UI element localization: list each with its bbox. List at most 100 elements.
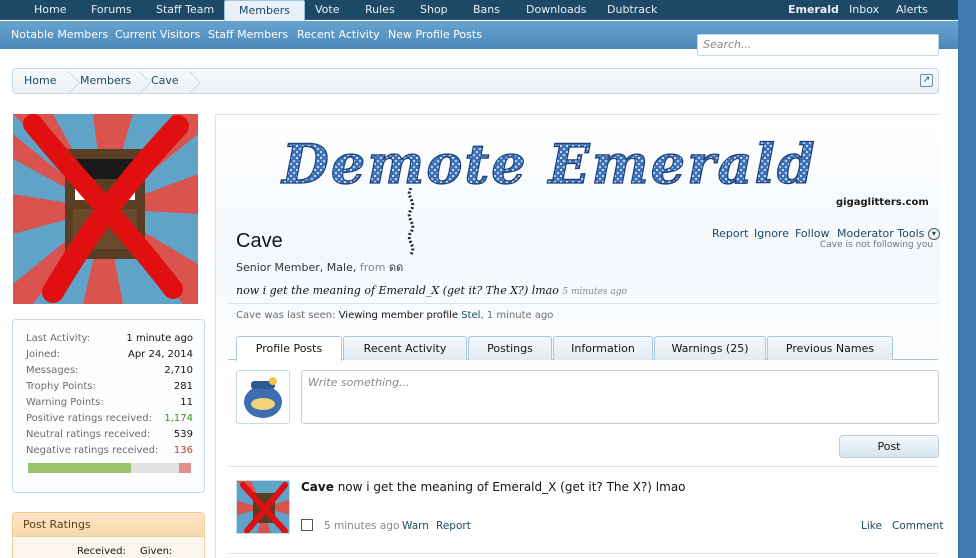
profile-post-textarea[interactable]: Write something... — [301, 370, 939, 424]
stat-row: Neutral ratings received: 539 — [26, 429, 193, 443]
breadcrumb-members[interactable]: Members — [80, 69, 131, 93]
stat-value-positive: 1,174 — [164, 413, 193, 424]
divider — [228, 303, 938, 304]
stat-value: 11 — [180, 397, 193, 408]
ratings-bar-positive — [28, 463, 131, 473]
stat-row: Joined: Apr 24, 2014 — [26, 349, 193, 363]
subnav-new-profile-posts[interactable]: New Profile Posts — [388, 28, 482, 41]
nav-bans[interactable]: Bans — [473, 0, 500, 20]
select-checkbox[interactable] — [301, 519, 313, 531]
stat-row: Warning Points: 11 — [26, 397, 193, 411]
message-text: now i get the meaning of Emerald_X (get … — [333, 480, 686, 494]
post-ratings-box: Post Ratings Received: Given: — [12, 512, 205, 558]
tab-profile-posts[interactable]: Profile Posts — [236, 336, 342, 361]
last-seen: Cave was last seen: Viewing member profi… — [236, 310, 553, 321]
nav-members[interactable]: Members — [224, 0, 305, 22]
divider — [228, 466, 938, 467]
status-time[interactable]: 5 minutes ago — [562, 287, 627, 297]
search-input[interactable]: Search... — [697, 34, 939, 56]
profile-status: now i get the meaning of Emerald_X (get … — [236, 284, 627, 297]
nav-inbox[interactable]: Inbox — [849, 0, 879, 20]
stat-row: Messages: 2,710 — [26, 365, 193, 379]
message-body: Cave now i get the meaning of Emerald_X … — [301, 480, 686, 494]
profile-tabs: Profile Posts Recent Activity Postings I… — [228, 336, 938, 361]
external-link-icon[interactable]: ↗ — [920, 74, 933, 87]
report-link[interactable]: Report — [712, 227, 748, 240]
last-seen-action: Viewing member profile — [338, 310, 459, 321]
follow-status-note: Cave is not following you — [820, 240, 934, 250]
stat-value: 1 minute ago — [126, 333, 193, 344]
nav-user-emerald[interactable]: Emerald — [788, 0, 839, 20]
scrollbar[interactable] — [958, 0, 976, 558]
profile-from-label: from — [359, 261, 386, 274]
tab-warnings[interactable]: Warnings (25) — [654, 336, 766, 360]
post-ratings-title: Post Ratings — [13, 513, 204, 537]
nav-vote[interactable]: Vote — [315, 0, 339, 20]
subnav-staff-members[interactable]: Staff Members — [208, 28, 288, 41]
ratings-bar-negative — [179, 463, 191, 473]
stat-label: Positive ratings received: — [26, 413, 153, 424]
tab-postings[interactable]: Postings — [468, 336, 552, 360]
last-seen-member-link[interactable]: Stel — [461, 310, 480, 321]
like-link[interactable]: Like — [861, 520, 882, 532]
stat-row: Positive ratings received: 1,174 — [26, 413, 193, 427]
moderator-tools-label: Moderator Tools — [837, 227, 925, 240]
breadcrumb-separator — [187, 69, 199, 93]
breadcrumb-cave[interactable]: Cave — [151, 69, 179, 93]
nav-shop[interactable]: Shop — [420, 0, 448, 20]
subnav-notable-members[interactable]: Notable Members — [11, 28, 108, 41]
profile-location[interactable]: ดด — [389, 261, 403, 274]
message-avatar[interactable] — [236, 480, 290, 534]
message-author-link[interactable]: Cave — [301, 480, 334, 494]
stat-label: Neutral ratings received: — [26, 429, 151, 440]
stat-label: Joined: — [26, 349, 61, 360]
top-nav: Home Forums Staff Team Members Vote Rule… — [0, 0, 958, 22]
profile-meta: Senior Member, Male, from ดด — [236, 258, 403, 276]
post-button[interactable]: Post — [839, 435, 939, 458]
profile-name: Cave — [236, 230, 283, 252]
last-seen-time: , 1 minute ago — [480, 310, 554, 321]
breadcrumb-home[interactable]: Home — [24, 69, 56, 93]
honey-pot-icon — [244, 377, 282, 418]
moderator-tools-link[interactable]: Moderator Tools ▾ — [837, 227, 940, 240]
stat-value-negative: 136 — [173, 445, 193, 456]
subnav-recent-activity[interactable]: Recent Activity — [297, 28, 380, 41]
message-time[interactable]: 5 minutes ago — [324, 520, 399, 532]
stat-value: Apr 24, 2014 — [127, 349, 193, 360]
status-text: now i get the meaning of Emerald_X (get … — [236, 284, 559, 297]
nav-home[interactable]: Home — [34, 0, 66, 20]
stat-row: Last Activity: 1 minute ago — [26, 333, 193, 347]
stat-label: Messages: — [26, 365, 79, 376]
breadcrumb-separator — [137, 69, 149, 93]
banner-text: Demote Emerald — [280, 135, 817, 195]
comment-link[interactable]: Comment — [892, 520, 943, 532]
stat-label: Trophy Points: — [26, 381, 96, 392]
composer-avatar[interactable] — [236, 370, 290, 424]
stat-label: Warning Points: — [26, 397, 104, 408]
follow-link[interactable]: Follow — [795, 227, 830, 240]
avatar[interactable] — [13, 114, 198, 304]
nav-downloads[interactable]: Downloads — [526, 0, 586, 20]
post-ratings-given-label: Given: — [140, 546, 173, 557]
nav-alerts[interactable]: Alerts — [896, 0, 928, 20]
nav-dubtrack[interactable]: Dubtrack — [607, 0, 657, 20]
banner-decoration — [407, 188, 415, 255]
nav-staff-team[interactable]: Staff Team — [156, 0, 214, 20]
message-avatar-image — [237, 481, 289, 533]
nav-forums[interactable]: Forums — [91, 0, 132, 20]
stat-value[interactable]: 281 — [174, 381, 193, 392]
profile-title-gender: Senior Member, Male, — [236, 261, 360, 274]
tab-recent-activity[interactable]: Recent Activity — [343, 336, 467, 360]
subnav-current-visitors[interactable]: Current Visitors — [115, 28, 200, 41]
tab-information[interactable]: Information — [553, 336, 653, 360]
breadcrumb-separator — [66, 69, 78, 93]
last-seen-label: Cave was last seen: — [236, 310, 336, 321]
divider — [228, 553, 938, 554]
tab-previous-names[interactable]: Previous Names — [767, 336, 893, 360]
message-report-link[interactable]: Report — [436, 520, 471, 532]
stat-row: Trophy Points: 281 — [26, 381, 193, 395]
warn-link[interactable]: Warn — [402, 520, 429, 532]
stat-value: 2,710 — [164, 365, 193, 376]
nav-rules[interactable]: Rules — [365, 0, 395, 20]
ignore-link[interactable]: Ignore — [754, 227, 789, 240]
